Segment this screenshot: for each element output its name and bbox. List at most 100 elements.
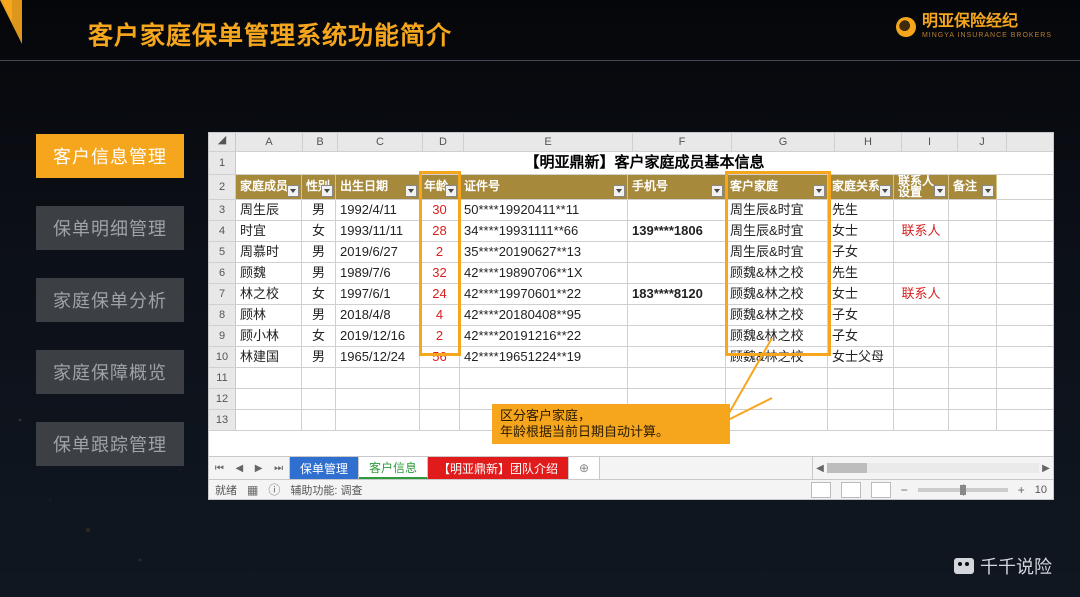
hscroll-left-icon[interactable]: ◀ (813, 463, 827, 474)
cell-empty[interactable] (420, 410, 460, 430)
cell-age[interactable]: 32 (420, 263, 460, 283)
tab-next-icon[interactable]: ▶ (255, 463, 263, 474)
cell-member[interactable]: 林之校 (236, 284, 302, 304)
cell-relation[interactable]: 先生 (828, 200, 894, 220)
cell-age[interactable]: 2 (420, 326, 460, 346)
cell-empty[interactable] (460, 368, 628, 388)
cell-age[interactable]: 56 (420, 347, 460, 367)
tab-team-intro[interactable]: 【明亚鼎新】团队介绍 (428, 457, 569, 479)
row-gutter[interactable]: 11 (209, 368, 236, 388)
cell-phone[interactable] (628, 305, 726, 325)
cell-empty[interactable] (628, 368, 726, 388)
cell-gender[interactable]: 男 (302, 200, 336, 220)
cell-remark[interactable] (949, 347, 997, 367)
tab-customer-info[interactable]: 客户信息 (359, 457, 428, 479)
cell-empty[interactable] (236, 410, 302, 430)
horizontal-scrollbar[interactable]: ◀ ▶ (812, 457, 1053, 479)
macro-record-icon[interactable]: ▦ (247, 483, 258, 497)
cell-contact[interactable] (894, 347, 949, 367)
cell-empty[interactable] (236, 368, 302, 388)
cell-relation[interactable]: 女士父母 (828, 347, 894, 367)
filter-icon[interactable] (321, 185, 333, 197)
cell-age[interactable]: 24 (420, 284, 460, 304)
cell-contact[interactable] (894, 326, 949, 346)
cell-id[interactable]: 50****19920411**11 (460, 200, 628, 220)
row-gutter[interactable]: 3 (209, 200, 236, 220)
col-A[interactable]: A (236, 133, 303, 151)
cell-birth[interactable]: 2019/6/27 (336, 242, 420, 262)
hdr-gender[interactable]: 性别 (302, 175, 336, 199)
col-C[interactable]: C (338, 133, 423, 151)
cell-empty[interactable] (894, 410, 949, 430)
nav-family-analysis[interactable]: 家庭保单分析 (36, 278, 184, 322)
cell-id[interactable]: 35****20190627**13 (460, 242, 628, 262)
cell-gender[interactable]: 女 (302, 326, 336, 346)
cell-remark[interactable] (949, 305, 997, 325)
cell-birth[interactable]: 1965/12/24 (336, 347, 420, 367)
cell-empty[interactable] (949, 368, 997, 388)
row-gutter-1[interactable]: 1 (209, 152, 236, 174)
cell-contact[interactable]: 联系人 (894, 284, 949, 304)
cell-birth[interactable]: 1993/11/11 (336, 221, 420, 241)
row-gutter[interactable]: 8 (209, 305, 236, 325)
cell-relation[interactable]: 子女 (828, 242, 894, 262)
cell-empty[interactable] (236, 389, 302, 409)
hdr-family[interactable]: 客户家庭 (726, 175, 828, 199)
cell-family[interactable]: 周生辰&时宜 (726, 200, 828, 220)
hscroll-right-icon[interactable]: ▶ (1039, 463, 1053, 474)
accessibility-icon[interactable]: ⓘ (268, 481, 280, 498)
cell-empty[interactable] (828, 410, 894, 430)
cell-gender[interactable]: 男 (302, 242, 336, 262)
cell-birth[interactable]: 1997/6/1 (336, 284, 420, 304)
cell-empty[interactable] (302, 368, 336, 388)
cell-empty[interactable] (302, 389, 336, 409)
cell-id[interactable]: 34****19931111**66 (460, 221, 628, 241)
view-pagebreak-icon[interactable] (871, 482, 891, 498)
cell-empty[interactable] (949, 410, 997, 430)
cell-remark[interactable] (949, 263, 997, 283)
col-B[interactable]: B (303, 133, 338, 151)
cell-gender[interactable]: 男 (302, 263, 336, 283)
nav-policy-tracking[interactable]: 保单跟踪管理 (36, 422, 184, 466)
cell-age[interactable]: 28 (420, 221, 460, 241)
cell-remark[interactable] (949, 242, 997, 262)
cell-age[interactable]: 4 (420, 305, 460, 325)
cell-remark[interactable] (949, 284, 997, 304)
cell-id[interactable]: 42****19970601**22 (460, 284, 628, 304)
filter-icon[interactable] (813, 185, 825, 197)
hdr-birth[interactable]: 出生日期 (336, 175, 420, 199)
filter-icon[interactable] (445, 185, 457, 197)
cell-family[interactable]: 周生辰&时宜 (726, 242, 828, 262)
row-gutter[interactable]: 6 (209, 263, 236, 283)
filter-icon[interactable] (934, 185, 946, 197)
col-I[interactable]: I (902, 133, 958, 151)
view-normal-icon[interactable] (811, 482, 831, 498)
tab-last-icon[interactable]: ⏭ (274, 463, 283, 474)
filter-icon[interactable] (982, 185, 994, 197)
cell-phone[interactable] (628, 347, 726, 367)
cell-contact[interactable] (894, 305, 949, 325)
cell-remark[interactable] (949, 200, 997, 220)
cell-age[interactable]: 2 (420, 242, 460, 262)
cell-birth[interactable]: 2018/4/8 (336, 305, 420, 325)
row-gutter-2[interactable]: 2 (209, 175, 236, 199)
cell-empty[interactable] (828, 389, 894, 409)
zoom-slider[interactable] (918, 488, 1008, 492)
zoom-thumb[interactable] (960, 485, 966, 495)
cell-phone[interactable] (628, 263, 726, 283)
cell-phone[interactable]: 139****1806 (628, 221, 726, 241)
cell-remark[interactable] (949, 326, 997, 346)
hdr-contact[interactable]: 联系人 设置 (894, 175, 949, 199)
cell-empty[interactable] (302, 410, 336, 430)
cell-contact[interactable] (894, 242, 949, 262)
col-D[interactable]: D (423, 133, 464, 151)
tab-first-icon[interactable]: ⏮ (215, 463, 224, 474)
select-all-corner[interactable]: ◢ (209, 133, 236, 151)
cell-id[interactable]: 42****20180408**95 (460, 305, 628, 325)
cell-relation[interactable]: 先生 (828, 263, 894, 283)
cell-empty[interactable] (894, 389, 949, 409)
row-gutter[interactable]: 10 (209, 347, 236, 367)
tab-prev-icon[interactable]: ◀ (235, 463, 243, 474)
cell-empty[interactable] (949, 389, 997, 409)
hdr-phone[interactable]: 手机号 (628, 175, 726, 199)
